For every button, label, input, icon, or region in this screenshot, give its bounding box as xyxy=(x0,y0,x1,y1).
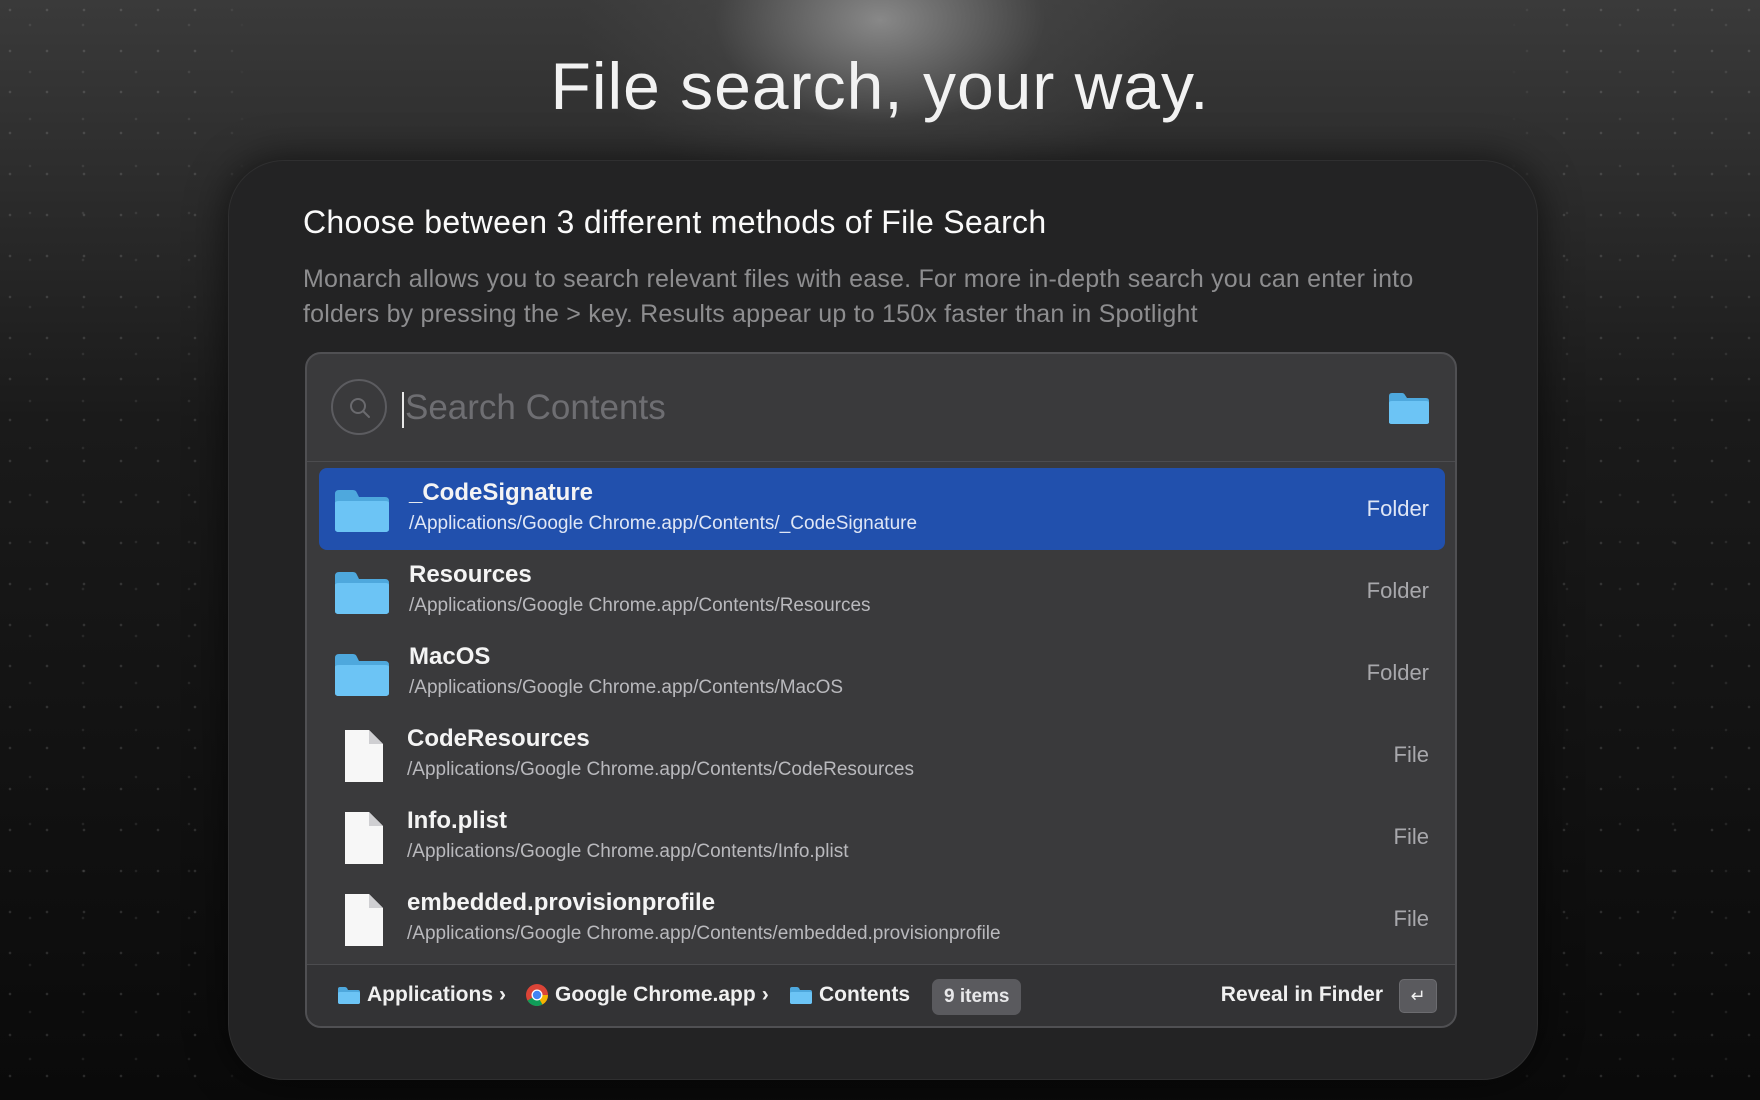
reveal-in-finder-button[interactable]: Reveal in Finder xyxy=(1221,983,1383,1007)
folder-icon xyxy=(333,568,391,616)
result-name: _CodeSignature xyxy=(409,479,594,506)
search-input[interactable] xyxy=(405,382,1355,434)
result-path: /Applications/Google Chrome.app/Contents… xyxy=(407,841,849,862)
result-kind: Folder xyxy=(1366,496,1429,521)
search-window: _CodeSignature/Applications/Google Chrom… xyxy=(305,352,1457,1028)
breadcrumb-applications[interactable]: Applications › xyxy=(337,983,506,1007)
folder-icon xyxy=(333,486,391,534)
file-icon xyxy=(333,810,391,864)
result-row[interactable]: _CodeSignature/Applications/Google Chrom… xyxy=(319,468,1445,550)
breadcrumb-separator: › xyxy=(499,983,507,1006)
page-title: File search, your way. xyxy=(550,49,1210,123)
breadcrumb-label: Contents xyxy=(819,983,910,1006)
file-icon xyxy=(333,728,391,782)
file-icon xyxy=(333,892,391,946)
search-bar xyxy=(307,354,1455,462)
result-row[interactable]: CodeResources/Applications/Google Chrome… xyxy=(319,714,1445,796)
result-kind: File xyxy=(1393,824,1429,849)
result-path: /Applications/Google Chrome.app/Contents… xyxy=(407,759,914,780)
folder-icon xyxy=(338,987,360,1004)
breadcrumb-label: Google Chrome.app xyxy=(555,983,756,1006)
result-path: /Applications/Google Chrome.app/Contents… xyxy=(409,595,871,616)
result-kind: Folder xyxy=(1366,578,1429,603)
result-name: Resources xyxy=(409,561,532,588)
result-name: CodeResources xyxy=(407,725,590,752)
enter-key-icon[interactable]: ↵ xyxy=(1399,979,1437,1013)
result-name: MacOS xyxy=(409,643,491,670)
folder-icon[interactable] xyxy=(1387,390,1431,431)
folder-icon xyxy=(790,987,812,1004)
breadcrumb-chrome-app[interactable]: Google Chrome.app › xyxy=(525,983,769,1007)
result-path: /Applications/Google Chrome.app/Contents… xyxy=(409,677,844,698)
breadcrumb-label: Applications xyxy=(367,983,494,1006)
text-caret xyxy=(402,392,404,428)
folder-icon xyxy=(333,650,391,698)
chrome-icon xyxy=(526,984,548,1006)
result-path: /Applications/Google Chrome.app/Contents… xyxy=(409,513,918,534)
result-row[interactable]: Resources/Applications/Google Chrome.app… xyxy=(319,550,1445,632)
item-count-badge: 9 items xyxy=(932,979,1022,1015)
result-row[interactable]: embedded.provisionprofile/Applications/G… xyxy=(319,878,1445,960)
result-path: /Applications/Google Chrome.app/Contents… xyxy=(407,923,1001,944)
result-name: embedded.provisionprofile xyxy=(407,889,716,916)
breadcrumb-contents[interactable]: Contents xyxy=(789,983,910,1007)
result-name: Info.plist xyxy=(407,807,507,834)
card-description: Monarch allows you to search relevant fi… xyxy=(303,265,1414,328)
footer-bar: Applications › Google Chrome.app › Conte… xyxy=(307,964,1455,1026)
result-row[interactable]: MacOS/Applications/Google Chrome.app/Con… xyxy=(319,632,1445,714)
breadcrumb-separator: › xyxy=(761,983,769,1006)
result-kind: File xyxy=(1393,742,1429,767)
result-kind: File xyxy=(1393,906,1429,931)
card-heading: Choose between 3 different methods of Fi… xyxy=(303,204,1047,240)
results-list: _CodeSignature/Applications/Google Chrom… xyxy=(319,468,1445,960)
search-icon xyxy=(331,379,387,435)
result-kind: Folder xyxy=(1366,660,1429,685)
result-row[interactable]: Info.plist/Applications/Google Chrome.ap… xyxy=(319,796,1445,878)
